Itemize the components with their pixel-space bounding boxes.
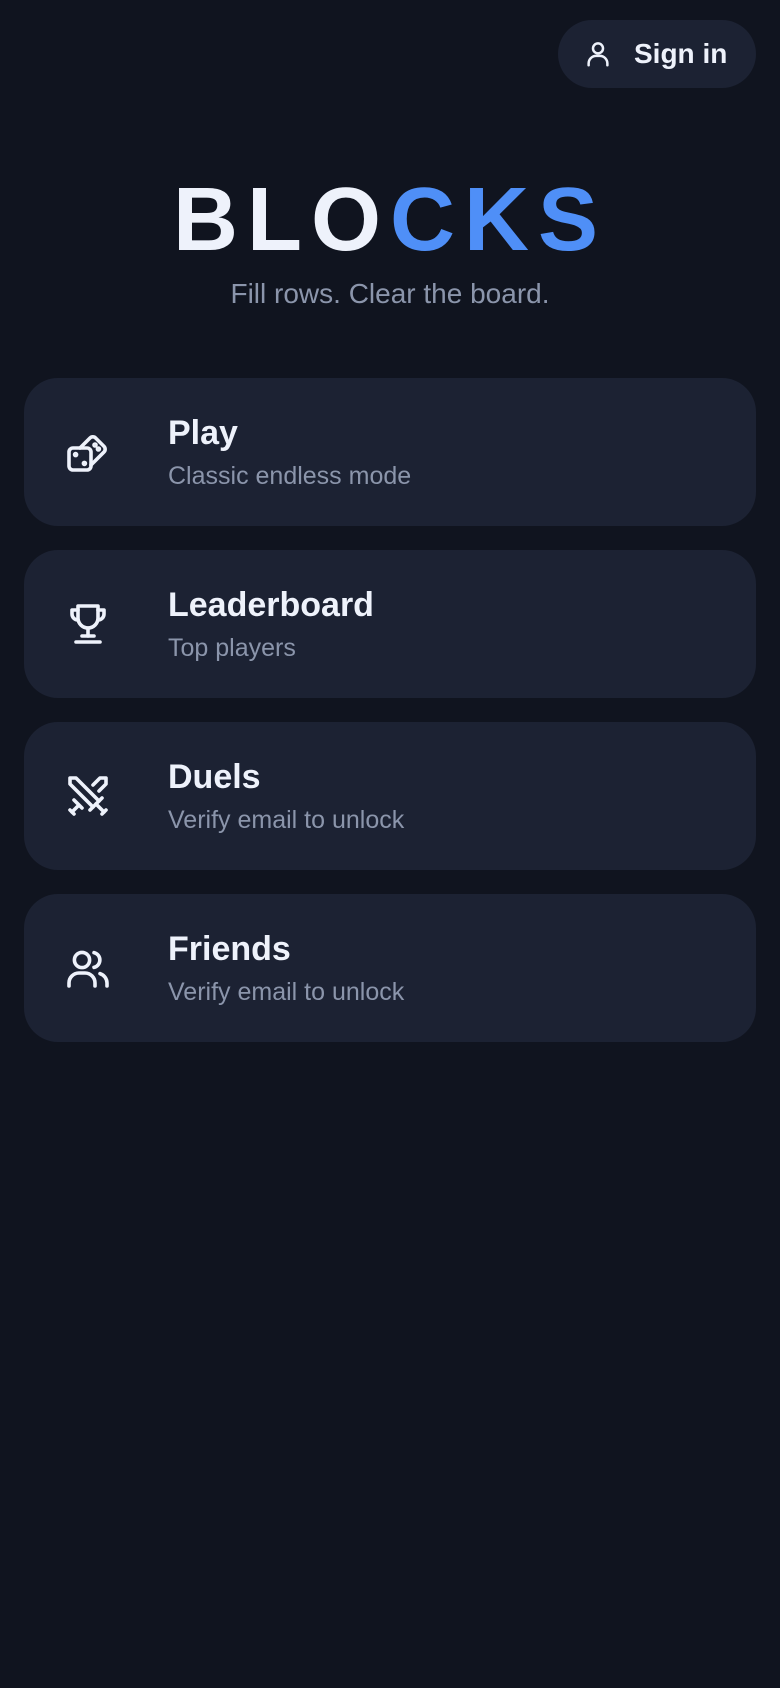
menu-item-duels[interactable]: Duels Verify email to unlock: [24, 722, 756, 870]
logo-part-2: CKS: [389, 170, 607, 270]
dice-icon: [62, 426, 114, 478]
menu-item-subtitle: Verify email to unlock: [168, 806, 405, 834]
menu-item-play[interactable]: Play Classic endless mode: [24, 378, 756, 526]
app-logo: BLOCKS: [0, 168, 780, 272]
logo-part-1: BLO: [172, 170, 390, 270]
menu-item-subtitle: Top players: [168, 634, 296, 662]
sign-in-button[interactable]: Sign in: [558, 20, 756, 88]
menu-item-title: Play: [168, 414, 238, 452]
menu-item-leaderboard[interactable]: Leaderboard Top players: [24, 550, 756, 698]
tagline: Fill rows. Clear the board.: [230, 278, 550, 309]
sign-in-label: Sign in: [634, 38, 728, 69]
user-icon: [582, 38, 614, 70]
users-icon: [62, 942, 114, 994]
crossed-swords-icon: [62, 770, 114, 822]
main-menu: Play Classic endless mode Leaderboard To…: [24, 378, 756, 1042]
menu-item-subtitle: Verify email to unlock: [168, 978, 405, 1006]
menu-item-friends[interactable]: Friends Verify email to unlock: [24, 894, 756, 1042]
menu-item-subtitle: Classic endless mode: [168, 462, 412, 490]
menu-item-title: Leaderboard: [168, 586, 374, 624]
trophy-icon: [62, 598, 114, 650]
menu-item-title: Friends: [168, 930, 291, 968]
menu-item-title: Duels: [168, 758, 261, 796]
